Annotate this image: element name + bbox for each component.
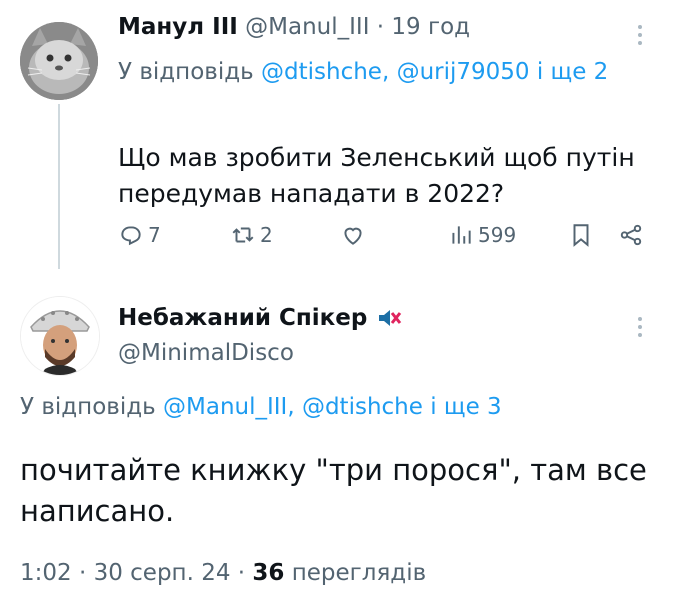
tweet-header: Небажаний Спікер [118,304,403,332]
like-button[interactable] [340,222,366,248]
reply-mentions[interactable]: @Manul_III, @dtishche [163,394,423,420]
cat-avatar-icon [20,22,98,100]
views-button[interactable]: 599 [448,222,516,248]
reply-icon [121,226,141,246]
share-button[interactable] [618,222,644,248]
timestamp[interactable]: 19 год [391,14,470,40]
avatar[interactable] [20,22,98,100]
reply-prefix: У відповідь [118,59,261,85]
tweet-meta: 1:02 · 30 серп. 24 · 36 переглядів [20,560,426,586]
separator: · [369,14,392,40]
share-icon [620,224,642,246]
reply-count: 7 [148,223,161,247]
reply-context: У відповідь @dtishche, @urij79050 і ще 2 [118,56,638,89]
reply-context: У відповідь @Manul_III, @dtishche і ще 3 [20,394,502,420]
author-handle[interactable]: @Manul_III [245,14,369,40]
more-icon[interactable] [630,20,650,50]
retweet-icon [232,227,254,243]
more-icon[interactable] [630,312,650,342]
bookmark-icon [573,224,589,247]
reply-mentions[interactable]: @dtishche, @urij79050 [261,59,530,85]
author-name[interactable]: Манул III [118,14,238,40]
retweet-count: 2 [260,223,273,247]
like-icon [344,227,362,245]
muted-speaker-icon [379,310,402,326]
reply-more[interactable]: і ще 3 [423,394,501,420]
reply-button[interactable]: 7 [118,222,161,248]
author-name[interactable]: Небажаний Спікер [118,305,367,331]
reply-prefix: У відповідь [20,394,163,420]
action-bar: 7 2 599 [118,222,648,256]
retweet-button[interactable]: 2 [230,222,273,248]
tweet-text: почитайте книжку "три порося", там все н… [20,453,647,528]
views-label: переглядів [284,560,427,586]
bookmark-button[interactable] [568,222,594,248]
views-count: 599 [478,223,517,247]
thread-line [58,104,60,269]
timestamp[interactable]: 1:02 · 30 серп. 24 · [20,560,252,586]
views-count: 36 [252,560,285,586]
avatar[interactable] [20,296,100,376]
reply-more[interactable]: і ще 2 [530,59,608,85]
man-helmet-avatar-icon [21,297,99,375]
tweet-header: Манул III @Manul_III · 19 год [118,14,470,40]
tweet-text: Що мав зробити Зеленський щоб путін пере… [118,143,635,208]
author-handle[interactable]: @MinimalDisco [118,340,294,366]
views-icon [452,226,471,244]
